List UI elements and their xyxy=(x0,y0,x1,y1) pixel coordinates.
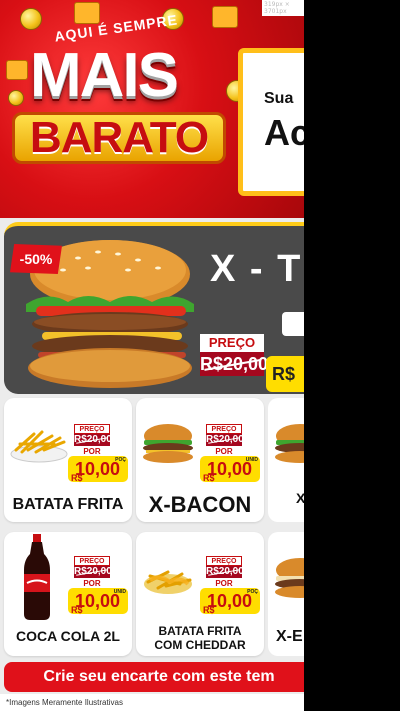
hero-product-name: X - TU xyxy=(210,248,304,290)
price-label: PREÇO xyxy=(206,424,242,434)
discount-badge: -50% xyxy=(10,244,62,274)
fries-image xyxy=(10,430,68,463)
header-card-line2: Ac xyxy=(264,112,304,153)
currency: R$ xyxy=(203,605,215,615)
product-price-tag: PREÇO R$20,00 POR R$ 10,00 UNID xyxy=(68,556,128,626)
product-name-line2: COM CHEDDAR xyxy=(154,638,246,652)
burger-image xyxy=(143,424,193,463)
currency: R$ xyxy=(203,473,215,483)
cheddar-fries-image xyxy=(144,570,192,594)
por-label: POR xyxy=(83,447,101,456)
header-banner: AQUI É SEMPRE MAIS BARATO Sua Ac xyxy=(0,0,304,218)
shopping-bag-icon xyxy=(212,6,238,28)
por-label: POR xyxy=(215,447,233,456)
product-name-partial: X xyxy=(296,490,304,506)
unit-label: POÇ xyxy=(247,589,258,595)
unit-label: UNID xyxy=(245,457,258,463)
empty-viewport-area xyxy=(304,0,400,711)
product-price-tag: PREÇO R$20,00 POR R$ 10,00 POÇ xyxy=(200,556,260,626)
product-card-partial[interactable]: X xyxy=(268,398,304,522)
coin-icon xyxy=(20,8,42,30)
burger-image xyxy=(275,558,304,598)
flyer-canvas[interactable]: 319px × 3701px AQUI É SEMPRE MAIS BARATO… xyxy=(0,0,304,711)
new-price: R$ 10,00 UNID xyxy=(68,588,128,615)
product-name: BATATA FRITA xyxy=(12,496,124,513)
price-label: PREÇO xyxy=(74,424,110,434)
soda-bottle-image xyxy=(24,534,50,620)
product-card[interactable]: PREÇO R$20,00 POR R$ 10,00 POÇ BATATA FR… xyxy=(4,398,132,522)
product-price-tag: PREÇO R$20,00 POR R$ 10,00 POÇ xyxy=(68,424,128,494)
product-name: COCA COLA 2L xyxy=(16,628,120,644)
old-price: R$20,00 xyxy=(206,434,244,446)
header-card-line1: Sua xyxy=(264,90,294,107)
product-card[interactable]: PREÇO R$20,00 POR R$ 10,00 UNID COCA COL… xyxy=(4,532,132,656)
hero-price-box: PREÇO R$20,00 xyxy=(200,334,272,386)
header-title-top: MAIS xyxy=(30,41,179,110)
por-label: POR xyxy=(83,579,101,588)
page: 319px × 3701px AQUI É SEMPRE MAIS BARATO… xyxy=(0,0,400,711)
hero-offer[interactable]: -50% X - TU PREÇO R$20,00 R$ xyxy=(4,222,304,394)
coin-icon xyxy=(8,90,24,106)
new-price: R$ 10,00 UNID xyxy=(200,456,260,483)
new-price: R$ 10,00 POÇ xyxy=(200,588,260,615)
disclaimer-text: *Imagens Meramente Ilustrativas xyxy=(6,698,123,707)
por-label: POR xyxy=(215,579,233,588)
burger-image xyxy=(275,424,304,463)
hero-tag-white xyxy=(282,312,304,336)
product-name: X-BACON xyxy=(148,492,252,517)
product-name-line1: BATATA FRITA xyxy=(158,624,242,638)
new-price: R$ 10,00 POÇ xyxy=(68,456,128,483)
currency: R$ xyxy=(71,605,83,615)
hero-new-price: R$ xyxy=(266,356,304,392)
price-label: PREÇO xyxy=(74,556,110,566)
currency: R$ xyxy=(71,473,83,483)
canvas-size-tag: 319px × 3701px xyxy=(262,0,304,16)
hero-old-price: R$20,00 xyxy=(200,352,268,376)
unit-label: UNID xyxy=(113,589,126,595)
create-flyer-banner[interactable]: Crie seu encarte com este tem xyxy=(4,662,304,692)
shopping-bag-icon xyxy=(6,60,28,80)
old-price: R$20,00 xyxy=(74,566,112,578)
product-card-partial[interactable]: X-E xyxy=(268,532,304,656)
header-title-bottom: BARATO xyxy=(12,112,226,164)
shopping-bag-icon xyxy=(74,2,100,24)
product-name-partial: X-E xyxy=(276,628,303,645)
product-price-tag: PREÇO R$20,00 POR R$ 10,00 UNID xyxy=(200,424,260,494)
product-card[interactable]: PREÇO R$20,00 POR R$ 10,00 POÇ BATATA FR… xyxy=(136,532,264,656)
product-card[interactable]: PREÇO R$20,00 POR R$ 10,00 UNID X-BACON xyxy=(136,398,264,522)
hero-price-label: PREÇO xyxy=(200,334,264,352)
old-price: R$20,00 xyxy=(74,434,112,446)
old-price: R$20,00 xyxy=(206,566,244,578)
price-label: PREÇO xyxy=(206,556,242,566)
unit-label: POÇ xyxy=(115,457,126,463)
